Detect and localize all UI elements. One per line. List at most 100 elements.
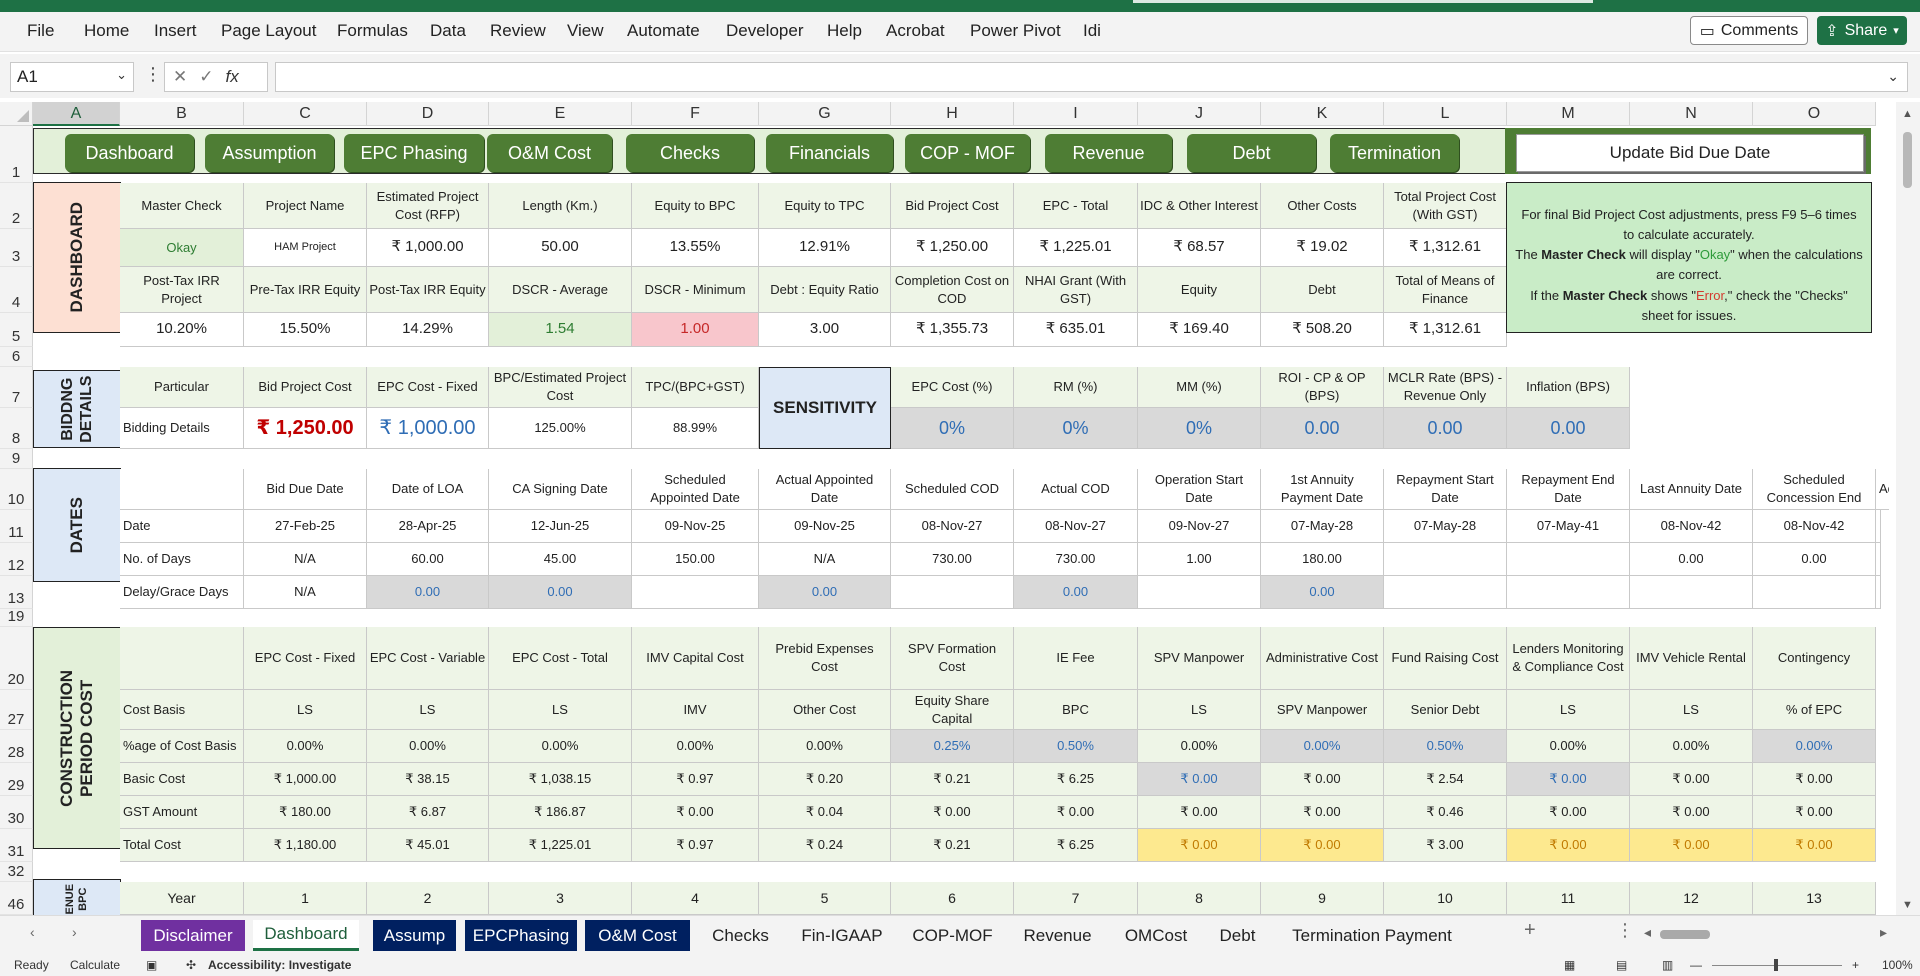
construction-value[interactable]: LS xyxy=(1507,690,1630,730)
construction-value[interactable]: ₹ 1,000.00 xyxy=(244,763,367,796)
dates-value[interactable]: 45.00 xyxy=(489,543,632,576)
column-header-D[interactable]: D xyxy=(367,102,489,126)
construction-header[interactable]: IMV Capital Cost xyxy=(632,627,759,690)
dashboard-value[interactable]: ₹ 1,312.61 xyxy=(1384,229,1507,267)
construction-value[interactable]: BPC xyxy=(1014,690,1138,730)
construction-value[interactable]: ₹ 0.00 xyxy=(891,796,1014,829)
construction-value[interactable]: Equity Share Capital xyxy=(891,690,1014,730)
construction-value[interactable]: 0.00% xyxy=(632,730,759,763)
dates-value[interactable]: N/A xyxy=(244,543,367,576)
zoom-out-icon[interactable]: — xyxy=(1690,958,1702,972)
construction-value[interactable]: ₹ 0.00 xyxy=(1138,829,1261,862)
bidding-value[interactable]: 88.99% xyxy=(632,408,759,449)
comments-button[interactable]: ▭ Comments xyxy=(1690,16,1808,45)
dates-header[interactable]: Date of LOA xyxy=(367,469,489,510)
dates-value[interactable] xyxy=(1507,543,1630,576)
dates-row-label[interactable]: Delay/Grace Days xyxy=(120,576,244,609)
menu-view[interactable]: View xyxy=(567,21,604,41)
row-header-20[interactable]: 20 xyxy=(0,627,33,690)
sheet-tab-omcost[interactable]: OMCost xyxy=(1113,920,1199,951)
construction-header[interactable]: EPC Cost - Fixed xyxy=(244,627,367,690)
year-value[interactable]: 5 xyxy=(759,882,891,915)
construction-header[interactable]: EPC Cost - Variable xyxy=(367,627,489,690)
year-value[interactable]: 11 xyxy=(1507,882,1630,915)
row-header-2[interactable]: 2 xyxy=(0,183,33,229)
construction-value[interactable]: ₹ 0.24 xyxy=(759,829,891,862)
row-header-30[interactable]: 30 xyxy=(0,796,33,829)
construction-header[interactable]: IMV Vehicle Rental xyxy=(1630,627,1753,690)
construction-value[interactable]: ₹ 1,225.01 xyxy=(489,829,632,862)
construction-header[interactable]: Fund Raising Cost xyxy=(1384,627,1507,690)
sensitivity-value[interactable]: 0.00 xyxy=(1507,408,1630,449)
row-header-1[interactable]: 1 xyxy=(0,126,33,183)
expand-formula-icon[interactable]: ⌄ xyxy=(1887,68,1899,85)
dates-value[interactable] xyxy=(1876,543,1881,576)
dates-value[interactable] xyxy=(1753,576,1876,609)
construction-value[interactable]: % of EPC xyxy=(1753,690,1876,730)
dates-value[interactable] xyxy=(1138,576,1261,609)
column-header-M[interactable]: M xyxy=(1507,102,1630,126)
construction-value[interactable]: 0.00% xyxy=(1261,730,1384,763)
nav-button-checks[interactable]: Checks xyxy=(626,134,754,172)
dates-header[interactable]: Scheduled Appointed Date xyxy=(632,469,759,510)
row-header-4[interactable]: 4 xyxy=(0,267,33,313)
dashboard-header[interactable]: Post-Tax IRR Project xyxy=(120,267,244,313)
dates-header[interactable]: Repayment Start Date xyxy=(1384,469,1507,510)
sensitivity-value[interactable]: 0% xyxy=(891,408,1014,449)
construction-value[interactable]: ₹ 0.21 xyxy=(891,763,1014,796)
horizontal-scroll-thumb[interactable] xyxy=(1660,930,1710,939)
row-header-28[interactable]: 28 xyxy=(0,730,33,763)
menu-home[interactable]: Home xyxy=(84,21,129,41)
dates-value[interactable]: 07-May-41 xyxy=(1507,510,1630,543)
status-calculate[interactable]: Calculate xyxy=(70,958,120,972)
column-header-B[interactable]: B xyxy=(120,102,244,126)
more-sheets-icon[interactable]: ⋮ xyxy=(1616,920,1634,941)
construction-value[interactable]: ₹ 0.20 xyxy=(759,763,891,796)
construction-value[interactable]: ₹ 6.25 xyxy=(1014,829,1138,862)
macro-record-icon[interactable]: ▣ xyxy=(146,958,157,972)
menu-acrobat[interactable]: Acrobat xyxy=(886,21,945,41)
construction-value[interactable]: LS xyxy=(367,690,489,730)
sheet-tab-dashboard[interactable]: Dashboard xyxy=(253,920,359,951)
dates-header-blank[interactable] xyxy=(120,469,244,510)
construction-row-label[interactable]: GST Amount xyxy=(120,796,244,829)
dashboard-header[interactable]: Equity xyxy=(1138,267,1261,313)
dates-value[interactable]: 0.00 xyxy=(1630,543,1753,576)
construction-value[interactable]: ₹ 45.01 xyxy=(367,829,489,862)
construction-value[interactable]: 0.00% xyxy=(244,730,367,763)
column-header-N[interactable]: N xyxy=(1630,102,1753,126)
more-options-icon[interactable]: ⋮ xyxy=(144,64,162,85)
bidding-header[interactable]: EPC Cost - Fixed xyxy=(367,367,489,408)
sheet-tab-epcphasing[interactable]: EPCPhasing xyxy=(465,920,577,951)
year-value[interactable]: 4 xyxy=(632,882,759,915)
dashboard-value[interactable]: ₹ 1,355.73 xyxy=(891,313,1014,347)
dashboard-header[interactable]: Master Check xyxy=(120,183,244,229)
dates-value[interactable]: 12-Jun-25 xyxy=(489,510,632,543)
dates-value[interactable]: 730.00 xyxy=(1014,543,1138,576)
dates-value[interactable]: 09-Nov-25 xyxy=(759,510,891,543)
next-sheet-icon[interactable]: › xyxy=(72,924,77,940)
row-header-46[interactable]: 46 xyxy=(0,882,33,915)
sensitivity-header[interactable]: ROI - CP & OP (BPS) xyxy=(1261,367,1384,408)
year-value[interactable]: 9 xyxy=(1261,882,1384,915)
dates-value[interactable]: 08-Nov-42 xyxy=(1630,510,1753,543)
dashboard-value[interactable]: ₹ 68.57 xyxy=(1138,229,1261,267)
sheet-tab-disclaimer[interactable]: Disclaimer xyxy=(141,920,245,951)
construction-value[interactable]: ₹ 0.04 xyxy=(759,796,891,829)
sheet-tab-debt[interactable]: Debt xyxy=(1207,920,1268,951)
dashboard-header[interactable]: IDC & Other Interest xyxy=(1138,183,1261,229)
dashboard-value[interactable]: 50.00 xyxy=(489,229,632,267)
sheet-tab-o-m-cost[interactable]: O&M Cost xyxy=(585,920,690,951)
dates-value[interactable]: 08-Nov-42 xyxy=(1753,510,1876,543)
sensitivity-header[interactable]: Inflation (BPS) xyxy=(1507,367,1630,408)
name-box[interactable]: A1 ⌄ xyxy=(10,62,134,92)
construction-value[interactable]: ₹ 0.00 xyxy=(1261,829,1384,862)
hscroll-right-icon[interactable]: ▸ xyxy=(1880,924,1887,941)
construction-value[interactable]: 0.00% xyxy=(759,730,891,763)
construction-header-blank[interactable] xyxy=(120,627,244,690)
dashboard-value[interactable]: 1.00 xyxy=(632,313,759,347)
sheet-tab-cop-mof[interactable]: COP-MOF xyxy=(903,920,1002,951)
year-value[interactable]: 13 xyxy=(1753,882,1876,915)
dashboard-value[interactable]: ₹ 508.20 xyxy=(1261,313,1384,347)
construction-value[interactable]: ₹ 0.00 xyxy=(1507,763,1630,796)
